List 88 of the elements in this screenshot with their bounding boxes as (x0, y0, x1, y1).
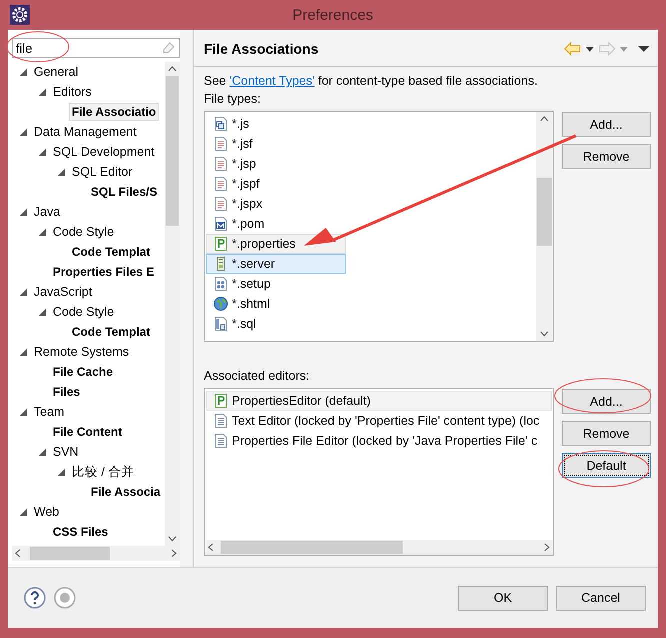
file-type-item[interactable]: *.server (206, 254, 346, 274)
expand-arrow-icon[interactable] (20, 208, 27, 216)
editors-list[interactable]: PropertiesEditor (default) Text Editor (locked by 'Properties File' content type) (loc Properties File Editor (locked by 'Java Properties File' c (204, 388, 554, 556)
database-file-icon (213, 316, 229, 332)
tree-item[interactable]: Properties Files E (50, 263, 158, 281)
push-button[interactable]: Remove (562, 144, 651, 169)
tree-item[interactable]: File Associa (88, 483, 164, 501)
scrollbar[interactable] (205, 540, 553, 555)
tree-item[interactable]: Editors (50, 83, 95, 101)
file-m-icon (213, 216, 229, 232)
tree-item[interactable]: Team (31, 403, 68, 421)
filter-field[interactable]: file (12, 38, 180, 58)
help-icon[interactable] (24, 587, 46, 609)
tree-item[interactable]: Web (31, 503, 62, 521)
file-type-item[interactable]: *.js (206, 114, 346, 134)
tree-item[interactable]: Remote Systems (31, 343, 132, 361)
intro-text: See 'Content Types' for content-type based file associations. (204, 74, 539, 88)
tree-item[interactable]: Code Style (50, 303, 118, 321)
file-type-item[interactable]: *.jspf (206, 174, 346, 194)
tree-item[interactable]: File Content (50, 423, 126, 441)
expand-arrow-icon[interactable] (39, 88, 46, 96)
tree-item[interactable]: SQL Files/S (88, 183, 160, 201)
globe-icon (213, 296, 229, 312)
push-button[interactable]: Remove (562, 421, 651, 446)
section-label: Associated editors: (204, 369, 311, 383)
document-icon (213, 196, 229, 212)
dropdown-caret-icon[interactable] (586, 46, 594, 52)
expand-arrow-icon[interactable] (20, 508, 27, 516)
expand-arrow-icon[interactable] (20, 408, 27, 416)
file-type-item[interactable]: *.pom (206, 214, 346, 234)
document-icon (213, 136, 229, 152)
file-type-item[interactable]: *.jspx (206, 194, 346, 214)
scrollbar[interactable] (12, 546, 180, 561)
file-p-icon (213, 236, 229, 252)
file-type-item[interactable]: *.setup (206, 274, 346, 294)
document-icon (213, 156, 229, 172)
tree-item[interactable]: File Cache (50, 363, 116, 381)
expand-arrow-icon[interactable] (20, 68, 27, 76)
expand-arrow-icon[interactable] (20, 128, 27, 136)
file-type-item[interactable]: *.jsf (206, 134, 346, 154)
scrollbar[interactable] (536, 112, 553, 341)
expand-arrow-icon[interactable] (39, 448, 46, 456)
section-label: File types: (204, 92, 262, 106)
tree-item[interactable]: SQL Editor (69, 163, 136, 181)
window-title: Preferences (292, 6, 374, 24)
dialog-button[interactable]: Cancel (556, 586, 646, 610)
tree-item[interactable]: Code Style (50, 223, 118, 241)
document-icon (213, 433, 229, 449)
page-title: File Associations (204, 41, 320, 57)
content-types-link[interactable]: 'Content Types' (230, 74, 315, 88)
tree-item[interactable]: Data Management (31, 123, 140, 141)
expand-arrow-icon[interactable] (58, 468, 65, 476)
tree-item[interactable]: SQL Development (50, 143, 158, 161)
expand-arrow-icon[interactable] (39, 228, 46, 236)
script-file-icon (213, 116, 229, 132)
file-type-item[interactable]: *.sql (206, 314, 346, 334)
tree-item[interactable]: Code Templat (69, 243, 154, 261)
tree-item[interactable]: JavaScript (31, 283, 96, 301)
expand-arrow-icon[interactable] (39, 308, 46, 316)
document-icon (213, 176, 229, 192)
expand-arrow-icon[interactable] (20, 288, 27, 296)
push-button[interactable]: Add... (562, 389, 651, 414)
dialog-button[interactable]: OK (458, 586, 548, 610)
expand-arrow-icon[interactable] (39, 148, 46, 156)
push-button[interactable]: Add... (562, 112, 651, 137)
push-button[interactable]: Default (562, 453, 651, 478)
menu-caret-icon[interactable] (638, 46, 650, 52)
tree-item[interactable]: General (31, 63, 82, 81)
file-p-icon (213, 393, 229, 409)
tree-item[interactable]: CSS Files (50, 523, 112, 541)
editor-item[interactable]: PropertiesEditor (default) (206, 391, 552, 411)
tree-item[interactable]: SVN (50, 443, 82, 461)
document-icon (213, 413, 229, 429)
tree-item[interactable]: Java (31, 203, 64, 221)
expand-arrow-icon[interactable] (20, 348, 27, 356)
editor-item[interactable]: Properties File Editor (locked by 'Java Properties File' c (206, 431, 552, 451)
tree-item[interactable]: 比较 / 合并 (69, 462, 138, 482)
editor-item[interactable]: Text Editor (locked by 'Properties File' content type) (loc (206, 411, 552, 431)
file-type-item[interactable]: *.jsp (206, 154, 346, 174)
setup-file-icon (213, 276, 229, 292)
file-type-item[interactable]: *.shtml (206, 294, 346, 314)
tree-item[interactable]: File Associatio (69, 103, 160, 121)
gear-icon (10, 5, 30, 25)
tree-item[interactable]: Code Templat (69, 323, 154, 341)
tree-item[interactable]: Files (50, 383, 84, 401)
file-type-item[interactable]: *.properties (206, 234, 346, 254)
file-types-list[interactable]: *.js *.jsf *.jsp *.jspf *.jspx *.pom *.properties *.server *.setup *.shtml *.sql (204, 111, 554, 342)
expand-arrow-icon[interactable] (58, 168, 65, 176)
